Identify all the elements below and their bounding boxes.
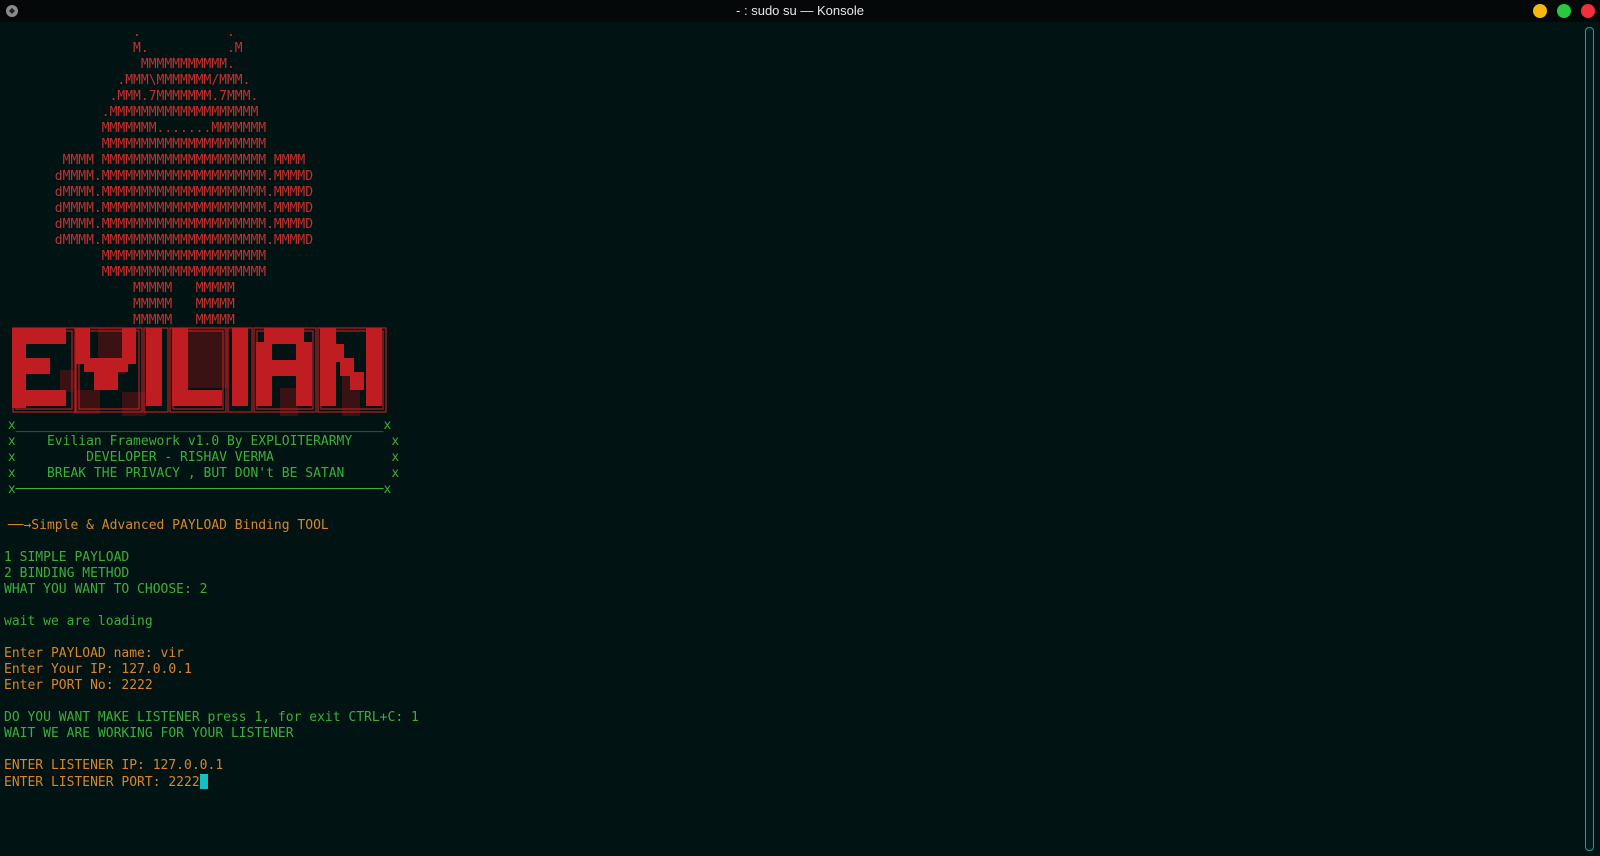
loading-message: wait we are loading [4, 614, 153, 629]
maximize-button[interactable] [1557, 4, 1571, 18]
banner-developer-line: x DEVELOPER - RISHAV VERMA x [0, 450, 400, 465]
listener-ip-line: ENTER LISTENER IP: 127.0.0.1 [4, 758, 224, 773]
banner-bottom-border: x───────────────────────────────────────… [0, 482, 392, 497]
menu-option-binding-method: 2 BINDING METHOD [4, 566, 130, 581]
minimize-button[interactable] [1533, 4, 1547, 18]
ascii-art-skull: . . M. .M MMMMMMMMMMM. .MMM\MMMMMMM/MMM.… [54, 25, 314, 328]
working-message: WAIT WE ARE WORKING FOR YOUR LISTENER [4, 726, 294, 741]
logo-letter-i-2 [232, 328, 248, 406]
banner-title-line: x Evilian Framework v1.0 By EXPLOITERARM… [0, 434, 400, 449]
listener-port-line[interactable]: ENTER LISTENER PORT: 2222 [4, 774, 419, 790]
your-ip-line: Enter Your IP: 127.0.0.1 [4, 662, 192, 677]
logo-letter-i [146, 328, 162, 406]
port-no-line: Enter PORT No: 2222 [4, 678, 153, 693]
vertical-scrollbar[interactable] [1578, 22, 1600, 856]
scrollbar-track[interactable] [1585, 27, 1594, 851]
title-bar[interactable]: ◆ - : sudo su — Konsole [0, 0, 1600, 22]
listener-port-input[interactable]: ENTER LISTENER PORT: 2222 [4, 775, 200, 790]
text-cursor [199, 774, 208, 789]
menu-option-simple-payload: 1 SIMPLE PAYLOAD [4, 550, 130, 565]
window-title: - : sudo su — Konsole [736, 3, 864, 18]
framework-banner: x_______________________________________… [0, 418, 399, 498]
terminal-area[interactable]: . . M. .M MMMMMMMMMMM. .MMM\MMMMMMM/MMM.… [0, 22, 1578, 856]
konsole-window: ◆ - : sudo su — Konsole . . M. .M MMMMMM… [0, 0, 1600, 856]
payload-name-line: Enter PAYLOAD name: vir [4, 646, 185, 661]
banner-slogan-line: x BREAK THE PRIVACY , BUT DON't BE SATAN… [0, 466, 400, 481]
listener-prompt: DO YOU WANT MAKE LISTENER press 1, for e… [4, 710, 419, 725]
choose-prompt: WHAT YOU WANT TO CHOOSE: 2 [4, 582, 208, 597]
close-button[interactable] [1581, 4, 1595, 18]
tagline: ──→Simple & Advanced PAYLOAD Binding TOO… [0, 518, 329, 533]
logo-letter-e [12, 328, 66, 408]
banner-top-border: x_______________________________________… [0, 418, 392, 433]
terminal-output: ──→Simple & Advanced PAYLOAD Binding TOO… [4, 518, 419, 790]
